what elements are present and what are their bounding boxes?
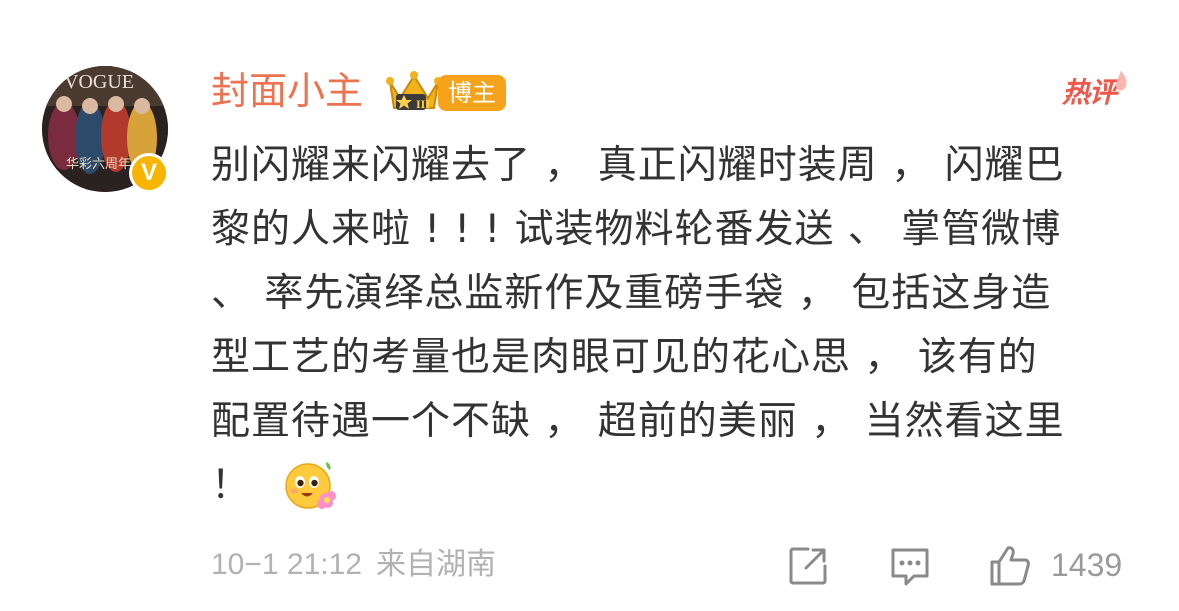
content-line: 黎的人来啦 ! ! ! 试装物料轮番发送 、 掌管微博: [211, 207, 1062, 252]
flame-accent-icon: [1115, 70, 1127, 91]
username[interactable]: 封面小主: [211, 66, 363, 116]
comment-content: 别闪耀来闪耀去了 ， 真正闪耀时装周 ， 闪耀巴 黎的人来啦 ! ! ! 试装物…: [211, 134, 1151, 518]
like-count: 1439: [1051, 547, 1123, 583]
verified-badge-icon: V: [129, 153, 169, 193]
crown-level-text: III: [416, 97, 430, 111]
like-icon[interactable]: [988, 544, 1032, 588]
comment-icon[interactable]: [888, 544, 932, 588]
source-location: 来自湖南: [375, 547, 496, 582]
avatar-brand-text: VOGUE: [64, 71, 134, 93]
crown-icon: III: [386, 71, 442, 111]
hot-comment-label: 热评: [1062, 76, 1117, 109]
share-icon[interactable]: [786, 544, 830, 588]
avatar-caption-text: 华彩六周年: [66, 157, 131, 172]
verified-mark: V: [132, 156, 166, 190]
comment-meta: 10−1 21:12 来自湖南: [211, 543, 496, 587]
content-line: 型工艺的考量也是肉眼可见的花心思 ， 该有的: [211, 335, 1038, 380]
content-line: 别闪耀来闪耀去了 ， 真正闪耀时装周 ， 闪耀巴: [211, 143, 1065, 188]
hot-comment-tag: 热评: [1062, 70, 1127, 110]
content-line-text: ！: [211, 463, 252, 508]
content-line-last: ！: [211, 454, 1151, 518]
content-line: 、 率先演绎总监新作及重磅手袋 ， 包括这身造: [211, 271, 1052, 316]
timestamp: 10−1 21:12: [211, 548, 362, 581]
blogger-tag: 博主: [438, 75, 506, 111]
content-line: 配置待遇一个不缺 ， 超前的美丽 ， 当然看这里: [211, 399, 1065, 444]
flower-face-emoji-icon: [285, 462, 337, 509]
